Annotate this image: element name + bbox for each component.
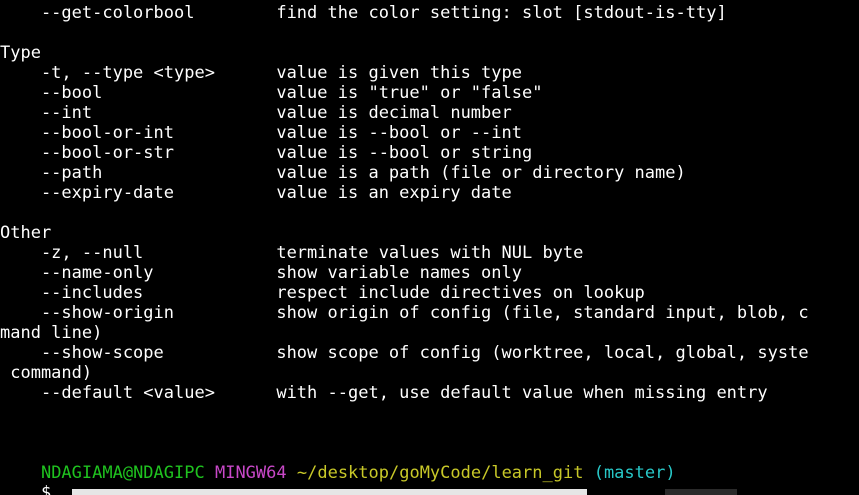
section-heading-type: Type: [0, 43, 41, 63]
prompt-system: MINGW64: [214, 463, 287, 483]
prompt-branch: (master): [593, 463, 676, 483]
taskbar-strip: [72, 489, 587, 495]
shell-prompt: NDAGIAMA@NDAGIPC MINGW64 ~/desktop/goMyC…: [0, 443, 676, 483]
command-input-line[interactable]: $: [0, 463, 62, 495]
output-line: --bool value is "true" or "false": [0, 83, 543, 103]
output-line: command): [0, 363, 93, 383]
output-line: --path value is a path (file or director…: [0, 163, 686, 183]
section-heading-other: Other: [0, 223, 52, 243]
output-line: -z, --null terminate values with NUL byt…: [0, 243, 584, 263]
output-line: --bool-or-int value is --bool or --int: [0, 123, 522, 143]
terminal-window[interactable]: --get-colorbool find the color setting: …: [0, 0, 859, 495]
output-line: --get-colorbool find the color setting: …: [0, 3, 727, 23]
output-line: -t, --type <type> value is given this ty…: [0, 63, 522, 83]
output-line: --show-scope show scope of config (workt…: [0, 343, 809, 363]
output-line: --int value is decimal number: [0, 103, 512, 123]
taskbar-item: [665, 489, 737, 495]
output-line: mand line): [0, 323, 103, 343]
output-line: --expiry-date value is an expiry date: [0, 183, 512, 203]
prompt-user-host: NDAGIAMA@NDAGIPC: [40, 463, 205, 483]
prompt-symbol: $: [40, 483, 52, 495]
output-line: --name-only show variable names only: [0, 263, 522, 283]
output-line: --show-origin show origin of config (fil…: [0, 303, 809, 323]
output-line: --includes respect include directives on…: [0, 283, 645, 303]
output-line: --default <value> with --get, use defaul…: [0, 383, 768, 403]
prompt-path: ~/desktop/goMyCode/learn_git: [296, 463, 584, 483]
output-line: --bool-or-str value is --bool or string: [0, 143, 533, 163]
